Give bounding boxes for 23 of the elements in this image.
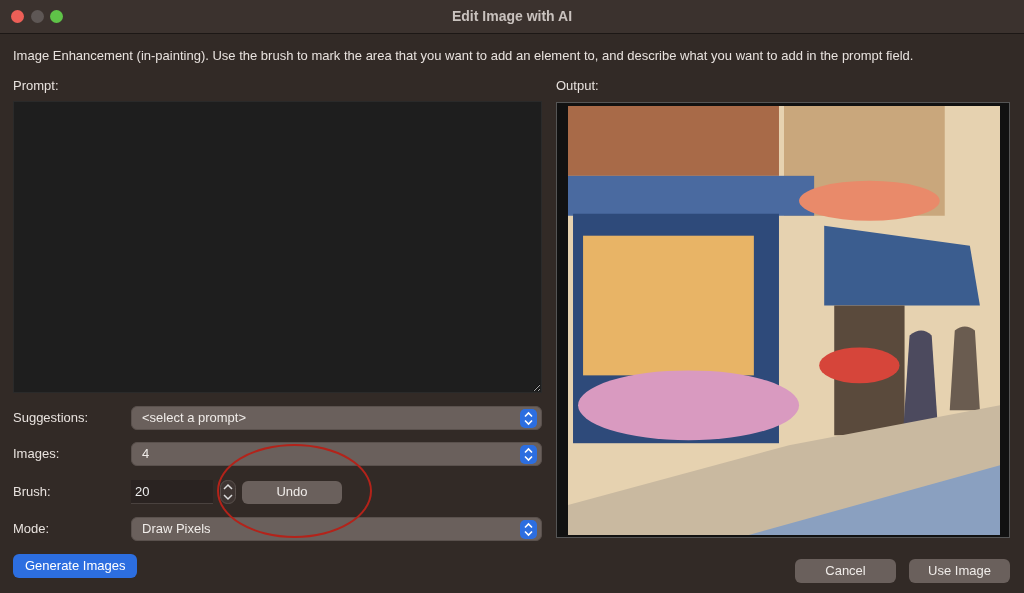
description-text: Image Enhancement (in-painting). Use the brush to mark the area that you want to add an element to, and describe what you want to add in the prompt field. [13, 47, 915, 65]
close-icon[interactable] [11, 10, 24, 23]
dropdown[interactable]: Draw Pixels [131, 517, 542, 541]
prompt-field[interactable] [13, 101, 542, 393]
stepper-icon [520, 519, 537, 539]
dropdown[interactable]: 4 [131, 442, 542, 466]
dialog-button[interactable]: Cancel [795, 559, 896, 583]
window-title: Edit Image with AI [451, 7, 572, 26]
output-label: Output: [556, 76, 600, 95]
field-label: Brush: [13, 483, 52, 502]
field-label: Mode: [13, 520, 51, 539]
stepper-control[interactable] [219, 480, 236, 504]
dialog-button[interactable]: Use Image [909, 559, 1010, 583]
zoom-icon[interactable] [50, 10, 63, 23]
field-label: Images: [13, 445, 61, 464]
dropdown[interactable]: <select a prompt> [131, 406, 542, 430]
stepper-icon [520, 408, 537, 428]
number-field[interactable]: 20 [131, 480, 213, 504]
undo-button[interactable]: Undo [242, 480, 342, 504]
generate-button[interactable]: Generate Images [13, 554, 138, 578]
prompt-label: Prompt: [13, 76, 60, 95]
field-label: Suggestions: [13, 409, 90, 428]
stepper-icon [520, 444, 537, 464]
